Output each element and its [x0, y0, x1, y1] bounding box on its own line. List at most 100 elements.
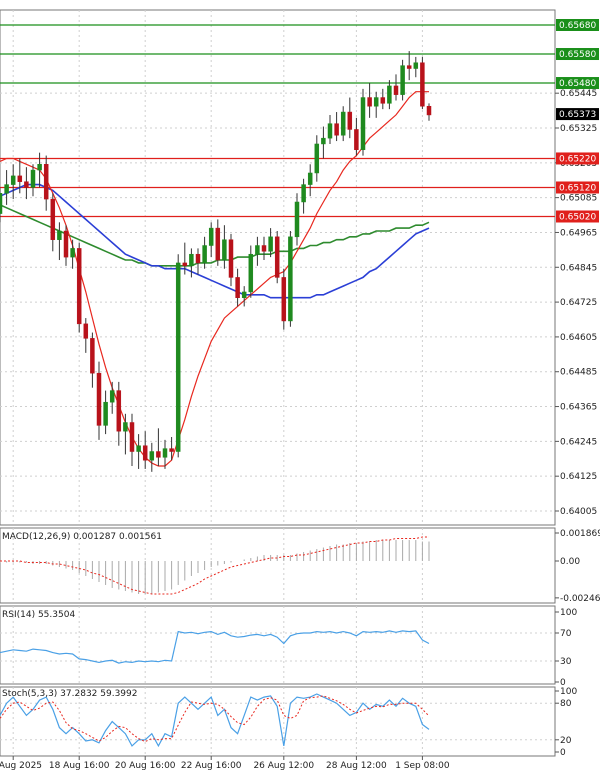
candle-body: [195, 253, 201, 264]
candle-body: [103, 401, 108, 426]
candle-body: [235, 277, 240, 298]
price-level-label: 0.65220: [559, 154, 596, 164]
candle-body: [189, 253, 194, 267]
candle-body: [182, 262, 188, 267]
candle-body: [37, 164, 42, 171]
price-tick-label: 0.64005: [560, 507, 597, 517]
rsi-tick-label: 100: [560, 608, 577, 618]
stoch-tick-label: 80: [560, 699, 572, 709]
price-tick-label: 0.64845: [560, 263, 597, 273]
candle-body: [314, 143, 320, 174]
candle-body: [10, 175, 16, 185]
candle-body: [215, 227, 221, 261]
macd-label: MACD(12,26,9) 0.001287 0.001561: [2, 532, 162, 542]
stoch-tick-label: 100: [560, 687, 577, 697]
candle-body: [0, 193, 3, 214]
candle-body: [373, 97, 379, 107]
candle-body: [202, 245, 207, 264]
rsi-tick-label: 30: [560, 657, 572, 667]
candle-body: [156, 451, 161, 458]
rsi-label: RSI(14) 55.3504: [2, 610, 75, 620]
candle-body: [24, 181, 29, 188]
time-tick-label: 22 Aug 16:00: [181, 761, 242, 771]
rsi-tick-label: 70: [560, 629, 572, 639]
price-tick-label: 0.64605: [560, 333, 597, 343]
price-level-label: 0.65580: [559, 50, 596, 60]
candle-body: [123, 422, 128, 432]
price-tick-label: 0.65445: [560, 89, 597, 99]
stoch-tick-label: 20: [560, 736, 572, 746]
candle-body: [17, 175, 23, 182]
candle-body: [426, 105, 432, 116]
price-level-label: 0.65020: [559, 212, 596, 222]
time-tick-label: 1 Sep 08:00: [395, 761, 450, 771]
price-tick-label: 0.64245: [560, 437, 597, 447]
candle-body: [288, 236, 293, 322]
candle-body: [222, 239, 227, 261]
candle-body: [109, 390, 115, 403]
price-tick-label: 0.64965: [560, 228, 597, 238]
candle-body: [50, 198, 56, 240]
candle-body: [301, 184, 306, 203]
price-level-label: 0.65120: [559, 183, 596, 193]
candle-body: [116, 390, 122, 432]
candle-body: [400, 65, 405, 95]
candle-body: [420, 62, 425, 107]
price-tick-label: 0.64725: [560, 298, 597, 308]
candle-body: [261, 245, 267, 252]
current-price-label: 0.65373: [559, 110, 596, 120]
candle-body: [96, 372, 102, 426]
price-level-label: 0.65680: [559, 21, 596, 31]
candle-body: [367, 97, 372, 107]
candle-body: [248, 253, 254, 293]
candle-body: [30, 169, 36, 188]
candle-body: [360, 97, 366, 151]
stoch-tick-label: 0: [560, 748, 566, 758]
candle-body: [281, 277, 287, 322]
rsi-panel-frame: [0, 605, 556, 685]
candle-body: [142, 445, 148, 461]
price-tick-label: 0.65085: [560, 194, 597, 204]
candle-body: [228, 239, 234, 278]
candle-body: [43, 164, 49, 200]
chart-canvas: 0.654450.653250.652050.650850.649650.648…: [0, 9, 600, 771]
time-tick-label: 18 Aug 16:00: [49, 761, 110, 771]
candle-body: [406, 65, 412, 69]
candle-body: [83, 323, 89, 339]
macd-tick-label: 0.001869: [560, 529, 600, 539]
candle-body: [347, 111, 353, 130]
candle-body: [321, 137, 326, 145]
candle-body: [169, 448, 174, 452]
macd-tick-label: -0.002461: [560, 594, 600, 604]
time-tick-label: 26 Aug 12:00: [253, 761, 314, 771]
candle-body: [274, 236, 280, 278]
macd-tick-label: 0.00: [560, 557, 580, 567]
price-tick-label: 0.64365: [560, 403, 597, 413]
forex-chart: 0.654450.653250.652050.650850.649650.648…: [0, 0, 600, 771]
candle-body: [354, 129, 359, 151]
candle-body: [208, 227, 214, 246]
candle-body: [327, 123, 333, 139]
candle-body: [334, 123, 339, 136]
stoch-label: Stoch(5,3,3) 37.2832 59.3992: [2, 689, 137, 699]
candle-body: [307, 172, 313, 185]
candle-body: [149, 451, 155, 461]
candle-body: [387, 85, 392, 104]
candle-body: [4, 184, 9, 194]
candle-body: [90, 338, 95, 374]
time-tick-label: 20 Aug 16:00: [115, 761, 176, 771]
candle-body: [175, 262, 181, 452]
price-tick-label: 0.64125: [560, 472, 597, 482]
candle-body: [136, 445, 141, 452]
candle-body: [413, 62, 419, 69]
time-tick-label: 14 Aug 2025: [0, 761, 42, 771]
candle-body: [63, 230, 69, 258]
candle-body: [294, 201, 300, 238]
candle-body: [241, 291, 247, 298]
price-tick-label: 0.64485: [560, 368, 597, 378]
candle-body: [268, 236, 273, 252]
candle-body: [255, 245, 260, 255]
candle-body: [380, 97, 386, 104]
candle-body: [162, 448, 168, 458]
candle-body: [70, 248, 75, 258]
